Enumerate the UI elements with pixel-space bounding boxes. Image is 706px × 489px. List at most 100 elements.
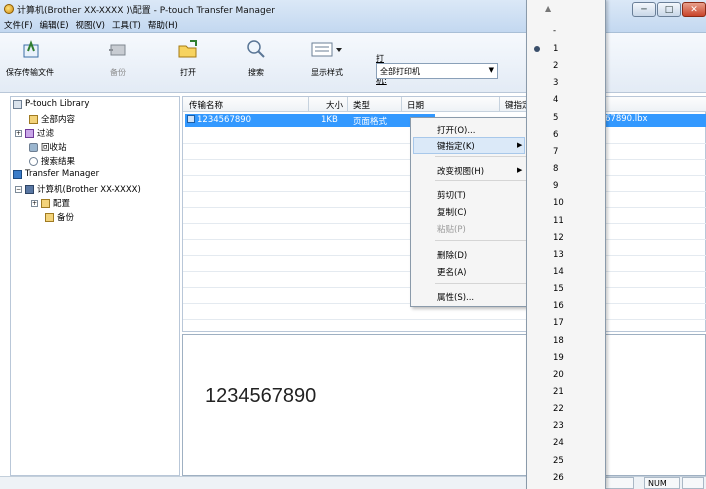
key-item-19[interactable]: 19 — [553, 353, 564, 363]
key-item-9[interactable]: 9 — [553, 181, 558, 191]
menu-edit[interactable]: 编辑(E) — [40, 19, 69, 31]
tree-item-all-contents[interactable]: 全部内容 — [29, 113, 75, 125]
menu-separator — [435, 240, 527, 241]
tree-item-search-results[interactable]: 搜索结果 — [29, 155, 75, 167]
key-item-20[interactable]: 20 — [553, 370, 564, 380]
printer-select-value: 全部打印机 — [380, 67, 420, 76]
key-item-6[interactable]: 6 — [553, 130, 558, 140]
key-item-none[interactable]: - — [553, 26, 556, 36]
key-item-16[interactable]: 16 — [553, 301, 564, 311]
row-filename: 67890.lbx — [603, 114, 706, 127]
column-header-date[interactable]: 日期 — [407, 99, 424, 111]
row-type: 页面格式 — [353, 117, 388, 127]
tree-item-label: 备份 — [57, 213, 75, 223]
key-item-26[interactable]: 26 — [553, 473, 564, 483]
table-row[interactable]: 1234567890 1KB 页面格式 — [185, 114, 435, 127]
tree-item-filter[interactable]: + 过滤 — [15, 127, 54, 139]
submenu-arrow-icon: ▶ — [517, 141, 523, 149]
window-title: 计算机(Brother XX-XXXX )\配置 - P-touch Trans… — [17, 6, 275, 16]
menu-item-properties[interactable]: 属性(S)... — [437, 291, 474, 303]
key-item-13[interactable]: 13 — [553, 250, 564, 260]
tree-item-label: 搜索结果 — [41, 157, 76, 167]
minimize-button[interactable]: ─ — [632, 2, 656, 17]
key-item-14[interactable]: 14 — [553, 267, 564, 277]
tree-item-label: 过滤 — [37, 129, 55, 139]
column-divider[interactable] — [347, 97, 348, 112]
menu-item-change-view[interactable]: 改变视图(H) — [437, 165, 484, 177]
key-item-21[interactable]: 21 — [553, 387, 564, 397]
printer-select[interactable]: 全部打印机 ▼ — [376, 63, 498, 79]
expand-icon[interactable]: + — [31, 199, 38, 207]
view-style-icon — [310, 37, 344, 61]
key-item-23[interactable]: 23 — [553, 421, 564, 431]
column-header-size[interactable]: 大小 — [326, 99, 343, 111]
key-item-1[interactable]: 1 — [553, 44, 558, 54]
column-header-name[interactable]: 传输名称 — [189, 99, 223, 111]
label-file-icon — [187, 115, 195, 123]
tree-item-recycle-bin[interactable]: 回收站 — [29, 141, 67, 153]
search-button[interactable]: 搜索 — [244, 37, 268, 78]
key-item-22[interactable]: 22 — [553, 404, 564, 414]
chevron-down-icon: ▼ — [488, 66, 494, 74]
transfer-manager-icon — [13, 169, 22, 179]
tree-item-computer[interactable]: − 计算机(Brother XX-XXXX) — [15, 183, 141, 195]
key-item-2[interactable]: 2 — [553, 61, 558, 71]
column-header-type[interactable]: 类型 — [353, 99, 370, 111]
menu-item-delete[interactable]: 删除(D) — [437, 249, 467, 261]
key-item-5[interactable]: 5 — [553, 113, 558, 123]
menu-tools[interactable]: 工具(T) — [112, 19, 141, 31]
menu-item-open[interactable]: 打开(O)... — [437, 124, 475, 136]
key-assign-submenu: ▲ - 1 2 3 4 5 6 7 8 9 10 11 12 13 14 15 16 17 18 19 20 21 22 2… — [526, 0, 606, 489]
search-label: 搜索 — [248, 68, 264, 77]
filter-icon — [25, 128, 34, 138]
column-divider[interactable] — [401, 97, 402, 112]
expand-icon[interactable]: + — [15, 129, 22, 137]
close-button[interactable]: ✕ — [682, 2, 706, 17]
menu-item-cut[interactable]: 剪切(T) — [437, 189, 466, 201]
save-transfer-label: 保存传输文件 — [6, 68, 54, 77]
save-transfer-button[interactable]: 保存传输文件 — [6, 37, 54, 78]
menu-item-rename[interactable]: 更名(A) — [437, 266, 466, 278]
menu-separator — [435, 156, 527, 157]
tree-item-transfer-manager[interactable]: Transfer Manager — [13, 169, 99, 179]
status-cell — [682, 477, 704, 489]
key-item-10[interactable]: 10 — [553, 198, 564, 208]
tree-item-config[interactable]: + 配置 — [31, 197, 70, 209]
row-size: 1KB — [321, 115, 338, 125]
key-item-7[interactable]: 7 — [553, 147, 558, 157]
tree-item-backup[interactable]: 备份 — [45, 211, 74, 223]
open-button[interactable]: 打开 — [176, 37, 200, 78]
open-label: 打开 — [180, 68, 196, 77]
key-item-17[interactable]: 17 — [553, 318, 564, 328]
key-item-11[interactable]: 11 — [553, 216, 564, 226]
menu-item-key-assign[interactable]: 键指定(K) — [437, 140, 475, 152]
key-item-3[interactable]: 3 — [553, 78, 558, 88]
tree-item-label: P-touch Library — [25, 99, 90, 109]
key-item-24[interactable]: 24 — [553, 438, 564, 448]
maximize-button[interactable]: □ — [657, 2, 681, 17]
view-style-label: 显示样式 — [311, 68, 343, 77]
menu-file[interactable]: 文件(F) — [4, 19, 33, 31]
scroll-up-arrow-icon[interactable]: ▲ — [545, 4, 551, 13]
key-item-25[interactable]: 25 — [553, 456, 564, 466]
backup-folder-icon — [45, 212, 54, 222]
column-divider[interactable] — [499, 97, 500, 112]
backup-label: 备份 — [110, 68, 126, 77]
view-style-button[interactable]: 显示样式 — [310, 37, 344, 78]
column-divider[interactable] — [308, 97, 309, 112]
computer-icon — [25, 184, 34, 194]
key-item-4[interactable]: 4 — [553, 95, 558, 105]
collapse-icon[interactable]: − — [15, 185, 22, 193]
tree-item-label: 回收站 — [41, 143, 67, 153]
open-folder-icon — [176, 37, 200, 61]
menu-view[interactable]: 视图(V) — [76, 19, 105, 31]
tree-item-ptouch-library[interactable]: P-touch Library — [13, 99, 89, 109]
key-item-8[interactable]: 8 — [553, 164, 558, 174]
key-item-12[interactable]: 12 — [553, 233, 564, 243]
menu-help[interactable]: 帮助(H) — [148, 19, 178, 31]
backup-button[interactable]: 备份 — [106, 37, 130, 78]
key-item-15[interactable]: 15 — [553, 284, 564, 294]
menu-item-copy[interactable]: 复制(C) — [437, 206, 467, 218]
window-controls: ─ □ ✕ — [632, 2, 706, 17]
key-item-18[interactable]: 18 — [553, 336, 564, 346]
